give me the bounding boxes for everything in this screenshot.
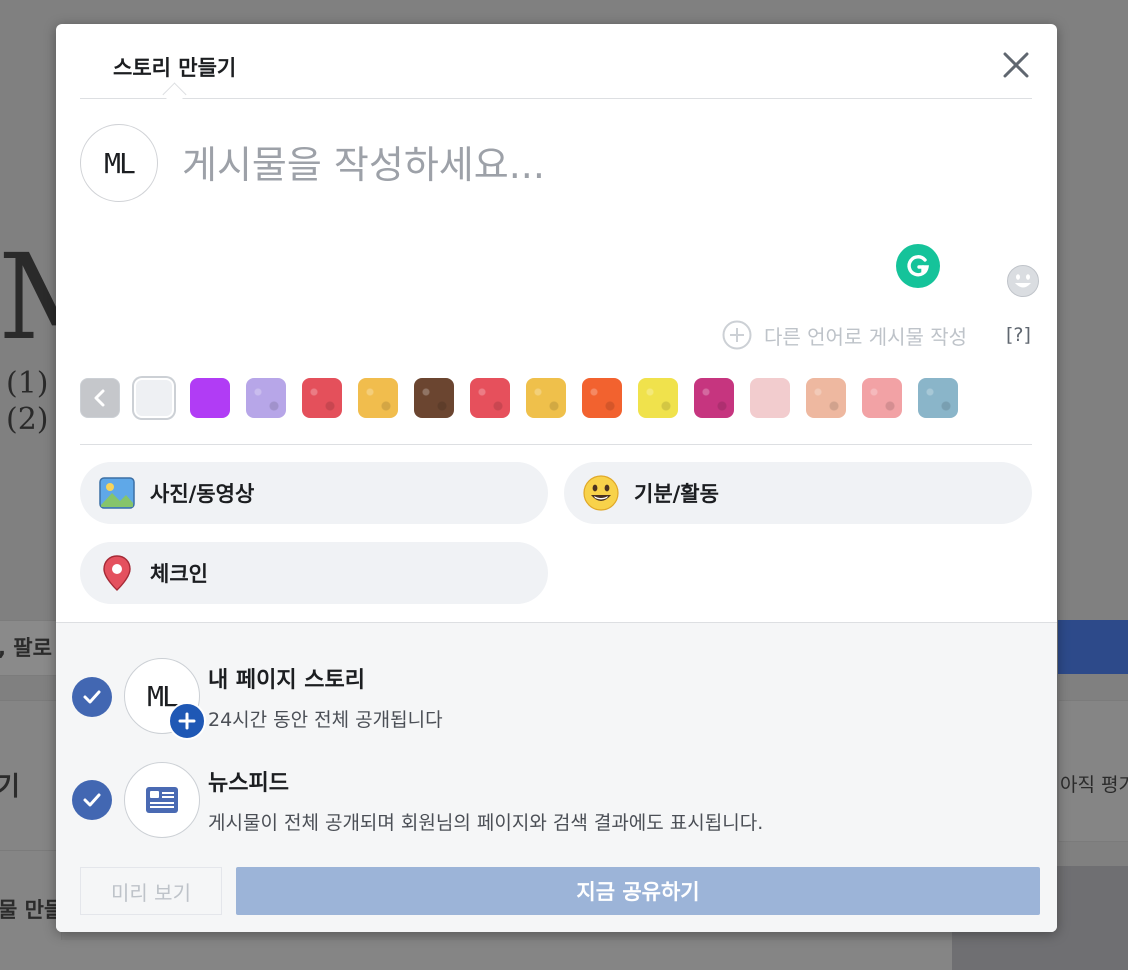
news-feed-option-desc: 게시물이 전체 공개되며 회원님의 페이지와 검색 결과에도 표시됩니다. <box>208 812 764 834</box>
background-blue-button <box>1058 620 1128 674</box>
swatch-yellow-green-pattern[interactable] <box>638 378 678 418</box>
tab-create-story[interactable]: 스토리 만들기 <box>113 52 236 82</box>
swatch-purple[interactable] <box>190 378 230 418</box>
emoji-picker-button[interactable] <box>1006 264 1040 298</box>
news-feed-icon <box>146 787 178 813</box>
grammarly-button[interactable] <box>896 244 940 288</box>
create-story-dialog: 스토리 만들기 ML 다른 언어로 게시물 작성 [?] <box>56 24 1057 932</box>
close-icon <box>1003 52 1029 78</box>
post-text-input[interactable] <box>182 130 962 200</box>
checkmark-icon <box>83 793 101 807</box>
background-create-text: 물 만들 <box>0 898 64 922</box>
grinning-face-icon <box>582 474 620 512</box>
swatch-plain[interactable] <box>134 378 174 418</box>
avatar: ML <box>80 124 158 202</box>
news-feed-checkbox[interactable] <box>72 780 112 820</box>
swatch-lavender-pattern[interactable] <box>246 378 286 418</box>
background-not-yet-text: 아직 평가 <box>1060 774 1128 796</box>
swatch-pale-pink[interactable] <box>750 378 790 418</box>
write-in-another-language[interactable]: 다른 언어로 게시물 작성 <box>722 320 967 350</box>
background-follow-text: , 팔로 <box>0 636 52 660</box>
swatch-red-pattern[interactable] <box>470 378 510 418</box>
grammarly-icon <box>907 255 929 277</box>
check-in-label: 체크인 <box>150 562 208 586</box>
photo-icon <box>98 474 136 512</box>
news-feed-avatar <box>124 762 200 838</box>
background-list: (1) (2) <box>6 366 49 438</box>
swatch-back-button[interactable] <box>80 378 120 418</box>
swatch-magenta-leaves[interactable] <box>694 378 734 418</box>
background-list-item: (2) <box>6 402 49 437</box>
location-pin-icon <box>98 554 136 592</box>
feeling-activity-button[interactable]: 기분/활동 <box>564 462 1032 524</box>
swatch-orange-fire[interactable] <box>582 378 622 418</box>
add-circle-icon <box>722 320 752 350</box>
swatch-pink-pattern[interactable] <box>862 378 902 418</box>
story-option-desc: 24시간 동안 전체 공개됩니다 <box>208 709 443 731</box>
story-checkbox[interactable] <box>72 677 112 717</box>
swatch-blue-mountains[interactable] <box>918 378 958 418</box>
plus-icon <box>178 712 196 730</box>
photo-video-button[interactable]: 사진/동영상 <box>80 462 548 524</box>
close-button[interactable] <box>997 46 1035 84</box>
check-in-button[interactable]: 체크인 <box>80 542 548 604</box>
story-option-title: 내 페이지 스토리 <box>208 668 365 693</box>
checkmark-icon <box>83 690 101 704</box>
background-list-item: (1) <box>6 366 49 401</box>
add-story-badge <box>168 702 206 740</box>
swatch-yellow-pattern[interactable] <box>358 378 398 418</box>
swatch-peach-leaves[interactable] <box>806 378 846 418</box>
smiley-icon <box>1007 265 1039 297</box>
divider <box>80 444 1032 445</box>
swatch-chocolate[interactable] <box>414 378 454 418</box>
news-feed-option-title: 뉴스피드 <box>208 771 289 796</box>
active-tab-caret <box>162 82 187 107</box>
write-in-another-language-label: 다른 언어로 게시물 작성 <box>764 324 968 349</box>
swatch-watermelon[interactable] <box>302 378 342 418</box>
photo-video-label: 사진/동영상 <box>150 482 255 506</box>
help-link[interactable]: [?] <box>1006 324 1031 346</box>
background-bottom-strip <box>0 940 952 970</box>
preview-button[interactable]: 미리 보기 <box>80 867 222 915</box>
dialog-header: 스토리 만들기 <box>80 24 1032 107</box>
swatch-gold-pattern[interactable] <box>526 378 566 418</box>
share-now-button[interactable]: 지금 공유하기 <box>236 867 1040 915</box>
chevron-left-icon <box>94 389 105 407</box>
feeling-activity-label: 기분/활동 <box>634 482 719 506</box>
background-gi-text: 기 <box>0 772 20 802</box>
background-swatch-row <box>80 378 974 418</box>
